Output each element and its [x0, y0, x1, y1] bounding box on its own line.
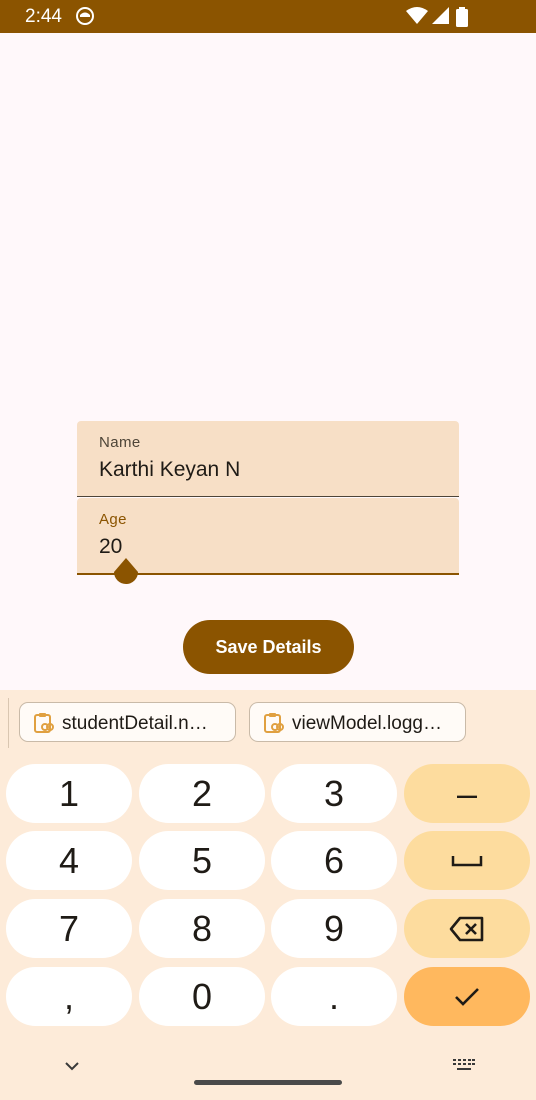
- key-7[interactable]: 7: [6, 899, 132, 958]
- key-4[interactable]: 4: [6, 831, 132, 890]
- key-0[interactable]: 0: [139, 967, 265, 1026]
- wifi-icon: [406, 7, 428, 24]
- key-3[interactable]: 3: [271, 764, 397, 823]
- app-screen: 2:44 Name Karthi Keyan N Age 20 Save Det…: [0, 0, 536, 1100]
- status-bar: 2:44: [0, 0, 536, 33]
- key-5[interactable]: 5: [139, 831, 265, 890]
- clipboard-suggestion-2[interactable]: viewModel.logg…: [249, 702, 466, 742]
- key-comma[interactable]: ,: [6, 967, 132, 1026]
- keyboard-switch-icon[interactable]: [452, 1058, 476, 1074]
- key-6[interactable]: 6: [271, 831, 397, 890]
- clipboard-link-icon: [34, 713, 54, 733]
- age-field-value: 20: [99, 535, 123, 558]
- chevron-down-icon[interactable]: [62, 1058, 82, 1074]
- key-2[interactable]: 2: [139, 764, 265, 823]
- space-icon: [451, 855, 483, 866]
- clipboard-suggestion-2-label: viewModel.logg…: [292, 713, 442, 734]
- name-field-label: Name: [99, 434, 141, 451]
- key-1[interactable]: 1: [6, 764, 132, 823]
- key-period[interactable]: .: [271, 967, 397, 1026]
- app-notification-icon: [76, 7, 94, 25]
- clipboard-suggestion-1-label: studentDetail.n…: [62, 713, 208, 734]
- status-time: 2:44: [25, 6, 62, 27]
- suggestion-divider: [8, 698, 9, 748]
- age-field-label: Age: [99, 511, 127, 528]
- key-9[interactable]: 9: [271, 899, 397, 958]
- key-minus[interactable]: –: [404, 764, 530, 823]
- backspace-icon: [449, 916, 484, 941]
- clipboard-suggestion-1[interactable]: studentDetail.n…: [19, 702, 236, 742]
- save-details-button[interactable]: Save Details: [183, 620, 354, 674]
- key-space[interactable]: [404, 831, 530, 890]
- cellular-icon: [432, 7, 449, 24]
- clipboard-link-icon: [264, 713, 284, 733]
- gesture-nav-handle[interactable]: [194, 1080, 342, 1085]
- numeric-keyboard: studentDetail.n… viewModel.logg…: [0, 690, 536, 1100]
- battery-icon: [456, 7, 468, 27]
- text-cursor-handle[interactable]: [112, 558, 140, 592]
- name-field-value: Karthi Keyan N: [99, 458, 241, 481]
- name-field[interactable]: Name Karthi Keyan N: [77, 421, 459, 497]
- checkmark-icon: [455, 987, 479, 1006]
- key-backspace[interactable]: [404, 899, 530, 958]
- key-8[interactable]: 8: [139, 899, 265, 958]
- key-done[interactable]: [404, 967, 530, 1026]
